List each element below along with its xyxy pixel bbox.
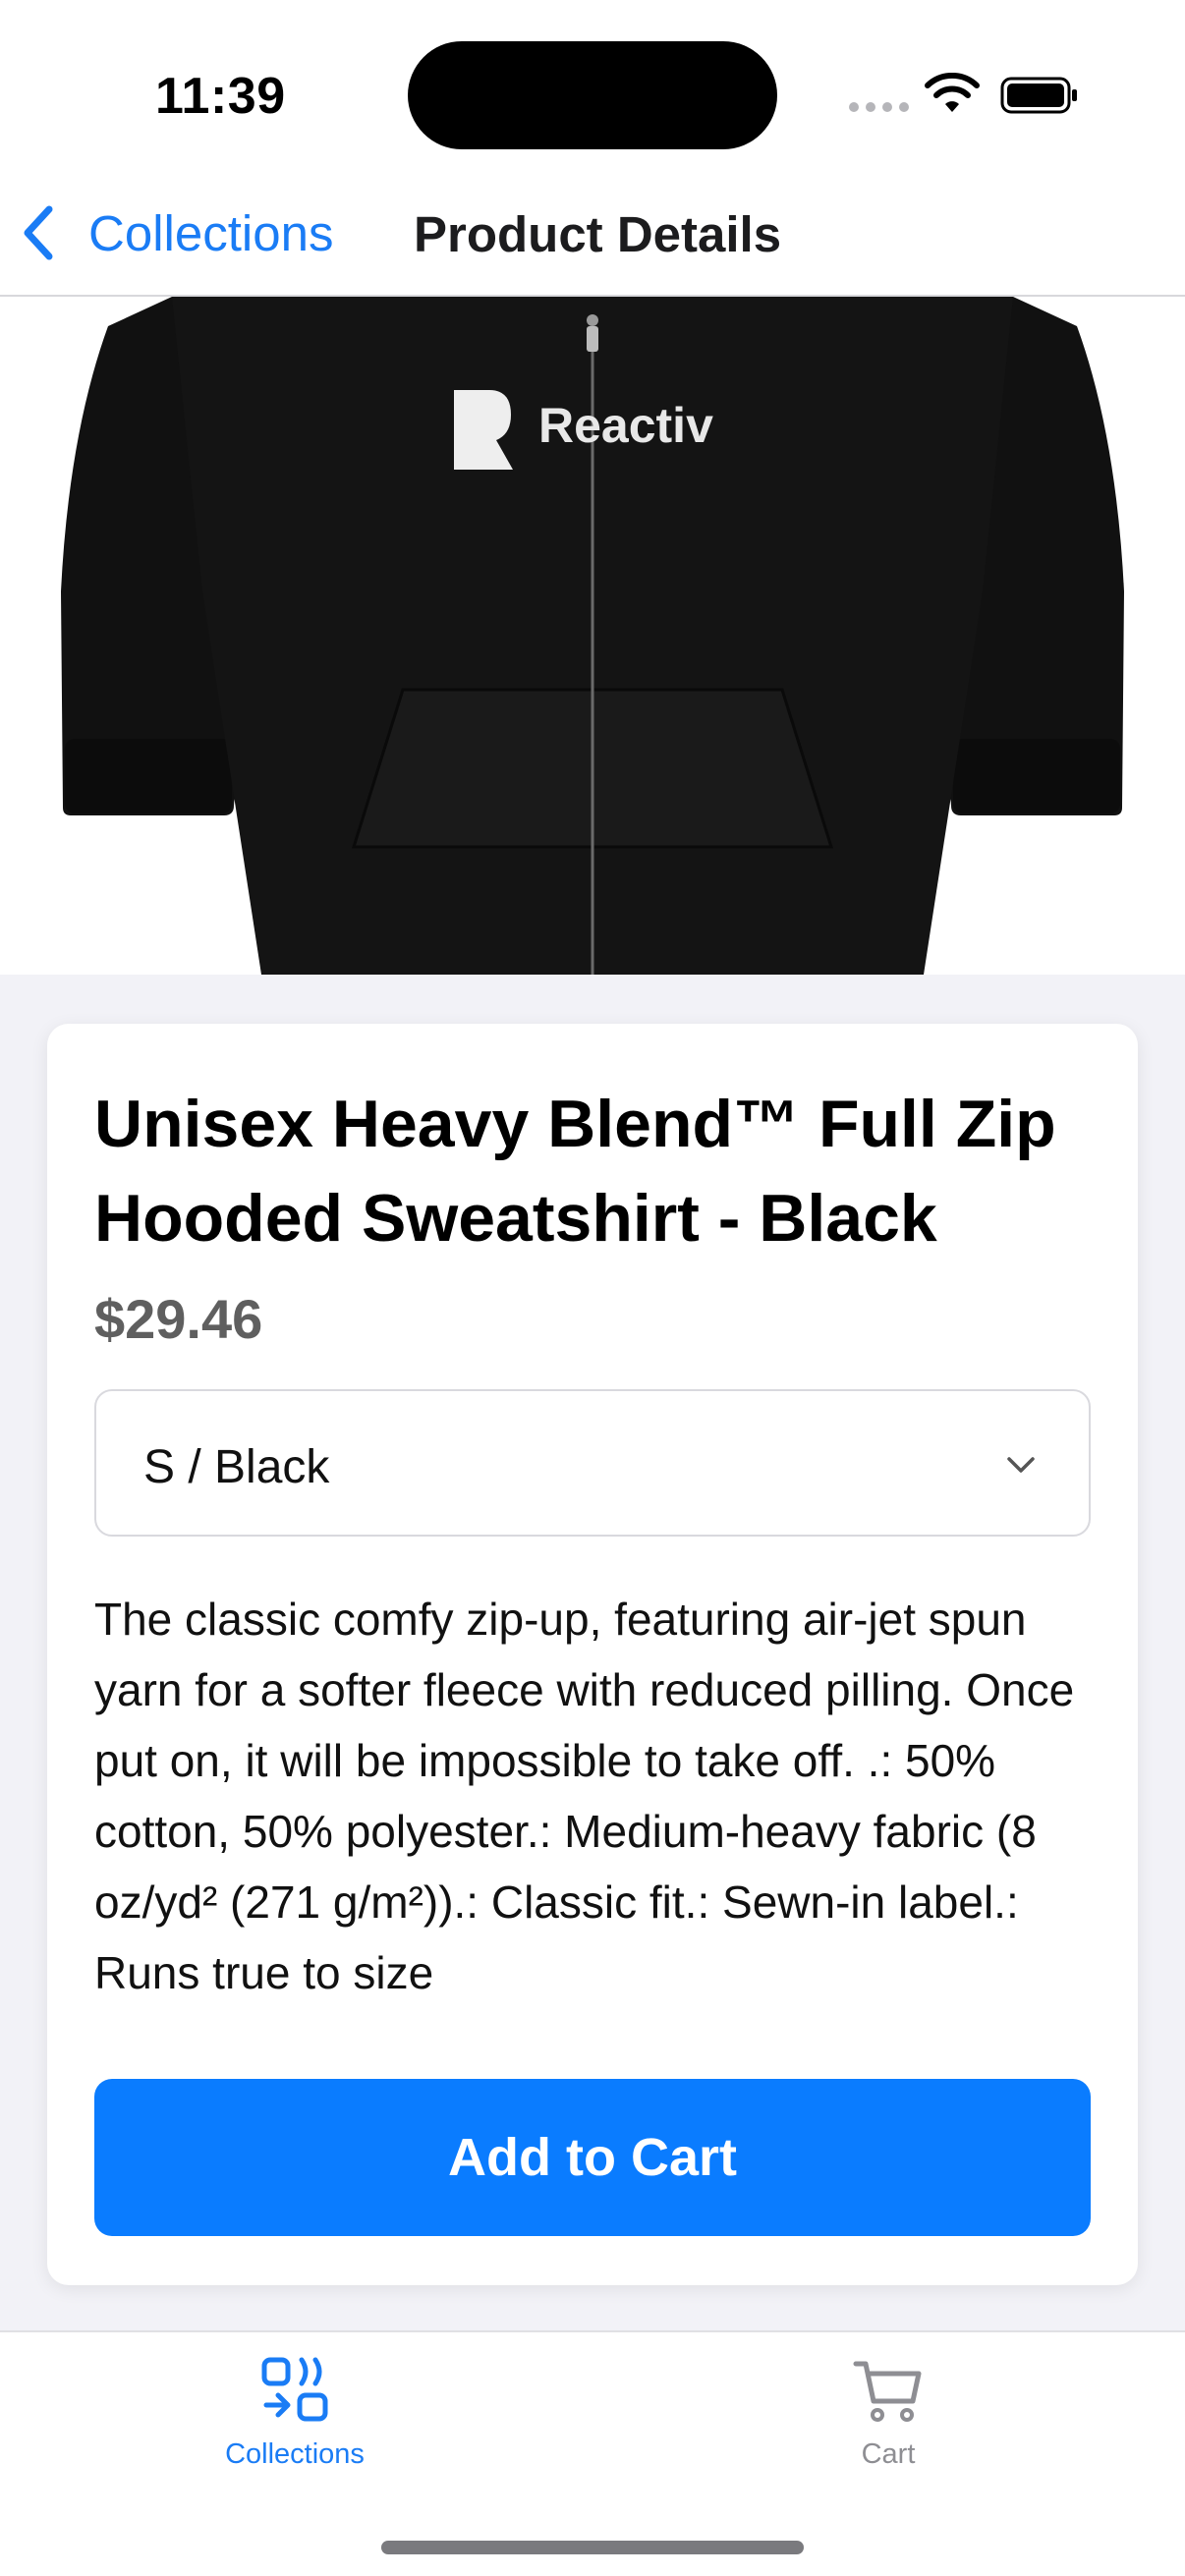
navigation-bar: Collections Product Details	[0, 177, 1185, 297]
wifi-icon	[925, 73, 980, 112]
status-time: 11:39	[155, 68, 286, 125]
collections-icon	[261, 2357, 328, 2422]
home-indicator[interactable]	[381, 2541, 804, 2554]
app-screen: 11:39 Collections Product Details Reacti…	[0, 0, 1185, 2576]
status-bar: 11:39	[0, 0, 1185, 177]
dynamic-island	[408, 41, 777, 149]
tab-cart[interactable]: Cart	[741, 2354, 1036, 2482]
tab-bar: Collections Cart	[0, 2330, 1185, 2576]
cart-icon	[853, 2361, 922, 2422]
back-label: Collections	[88, 204, 334, 261]
chevron-left-icon	[24, 205, 53, 260]
battery-icon	[1000, 77, 1077, 114]
product-title: Unisex Heavy Blend™ Full Zip Hooded Swea…	[94, 1087, 1056, 1256]
tab-bar-divider	[0, 2330, 1185, 2332]
tab-cart-label: Cart	[861, 2438, 916, 2470]
page-title: Product Details	[414, 206, 782, 262]
brand-logo-text: Reactiv	[538, 398, 713, 453]
add-to-cart-button[interactable]: Add to Cart	[94, 2079, 1091, 2236]
variant-selected-value: S / Black	[143, 1441, 330, 1493]
tab-collections-label: Collections	[225, 2438, 365, 2470]
back-button[interactable]: Collections	[20, 198, 333, 267]
product-price: $29.46	[94, 1288, 263, 1350]
product-description: The classic comfy zip-up, featuring air-…	[94, 1594, 1075, 1998]
chevron-down-icon	[1007, 1457, 1035, 1473]
cellular-signal-icon	[849, 102, 909, 112]
product-image: Reactiv	[0, 297, 1185, 975]
tab-collections[interactable]: Collections	[147, 2354, 442, 2482]
product-card: Unisex Heavy Blend™ Full Zip Hooded Swea…	[47, 1024, 1138, 2285]
variant-dropdown[interactable]: S / Black	[94, 1389, 1091, 1537]
hoodie-illustration: Reactiv	[61, 297, 1124, 975]
